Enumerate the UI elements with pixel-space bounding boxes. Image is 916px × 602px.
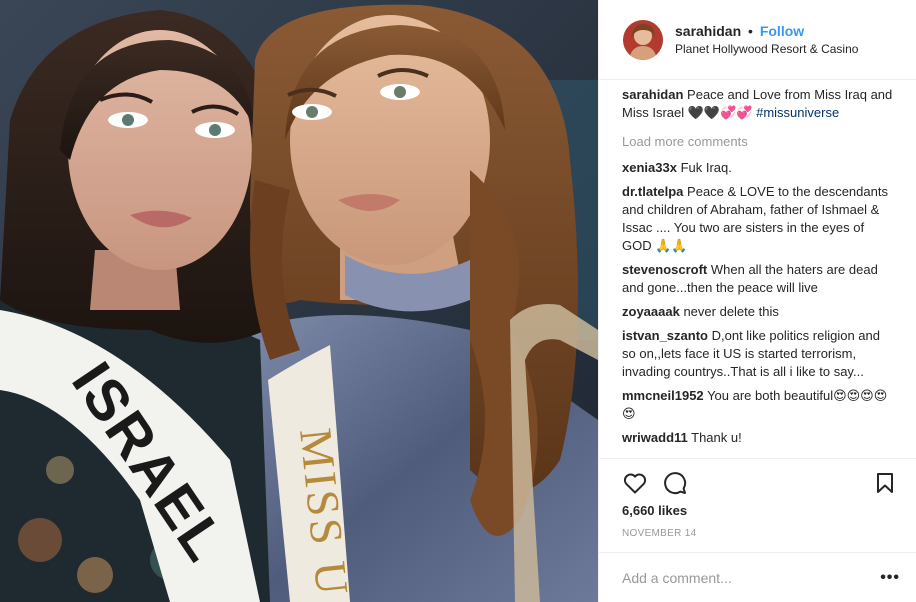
likes-count[interactable]: 6,660 likes [622,503,898,518]
comments-list[interactable]: sarahidan Peace and Love from Miss Iraq … [599,86,916,458]
comment-username[interactable]: istvan_szanto [622,328,708,343]
comment-item: zoyaaaak never delete this [622,303,896,321]
comment-username[interactable]: wriwadd11 [622,430,688,445]
comment-username[interactable]: mmcneil1952 [622,388,704,403]
location-link[interactable]: Planet Hollywood Resort & Casino [675,40,858,58]
header-username[interactable]: sarahidan [675,23,741,39]
more-options-icon[interactable]: ••• [880,569,900,587]
post-photo[interactable]: ISRAEL MISS U [0,0,598,602]
comment-text: Fuk Iraq. [680,160,732,175]
separator-dot: • [748,22,753,39]
comment-item: stevenoscroft When all the haters are de… [622,261,896,297]
heart-icon[interactable] [622,470,648,496]
comment-username[interactable]: stevenoscroft [622,262,707,277]
comment-item: xenia33x Fuk Iraq. [622,159,896,177]
bookmark-icon[interactable] [872,470,898,496]
caption-hashtag[interactable]: #missuniverse [756,105,839,120]
post-actions: 6,660 likes NOVEMBER 14 [599,458,916,539]
comment-item: dr.tlatelpa Peace & LOVE to the descenda… [622,183,896,255]
comment-username[interactable]: zoyaaaak [622,304,680,319]
comment-item: istvan_szanto D,ont like politics religi… [622,327,896,381]
post-sidebar: sarahidan • Follow Planet Hollywood Reso… [598,0,916,602]
comment-text: never delete this [683,304,779,319]
caption: sarahidan Peace and Love from Miss Iraq … [622,86,896,122]
comment-icon[interactable] [662,470,688,496]
selfie-illustration: ISRAEL MISS U [0,0,598,602]
add-comment-bar: ••• [599,552,916,602]
post-date: NOVEMBER 14 [622,528,697,539]
post-header: sarahidan • Follow Planet Hollywood Reso… [599,0,916,80]
caption-username[interactable]: sarahidan [622,87,683,102]
comment-username[interactable]: dr.tlatelpa [622,184,683,199]
avatar[interactable] [623,19,663,60]
load-more-comments-link[interactable]: Load more comments [622,133,896,151]
action-buttons-row [622,459,898,507]
comment-text: Thank u! [691,430,742,445]
comment-item: mmcneil1952 You are both beautiful😍😍😍😍😍 [622,387,896,423]
follow-button[interactable]: Follow [760,23,804,39]
comment-input[interactable] [622,569,881,586]
comment-item: wriwadd11 Thank u! [622,429,896,447]
comment-username[interactable]: xenia33x [622,160,677,175]
